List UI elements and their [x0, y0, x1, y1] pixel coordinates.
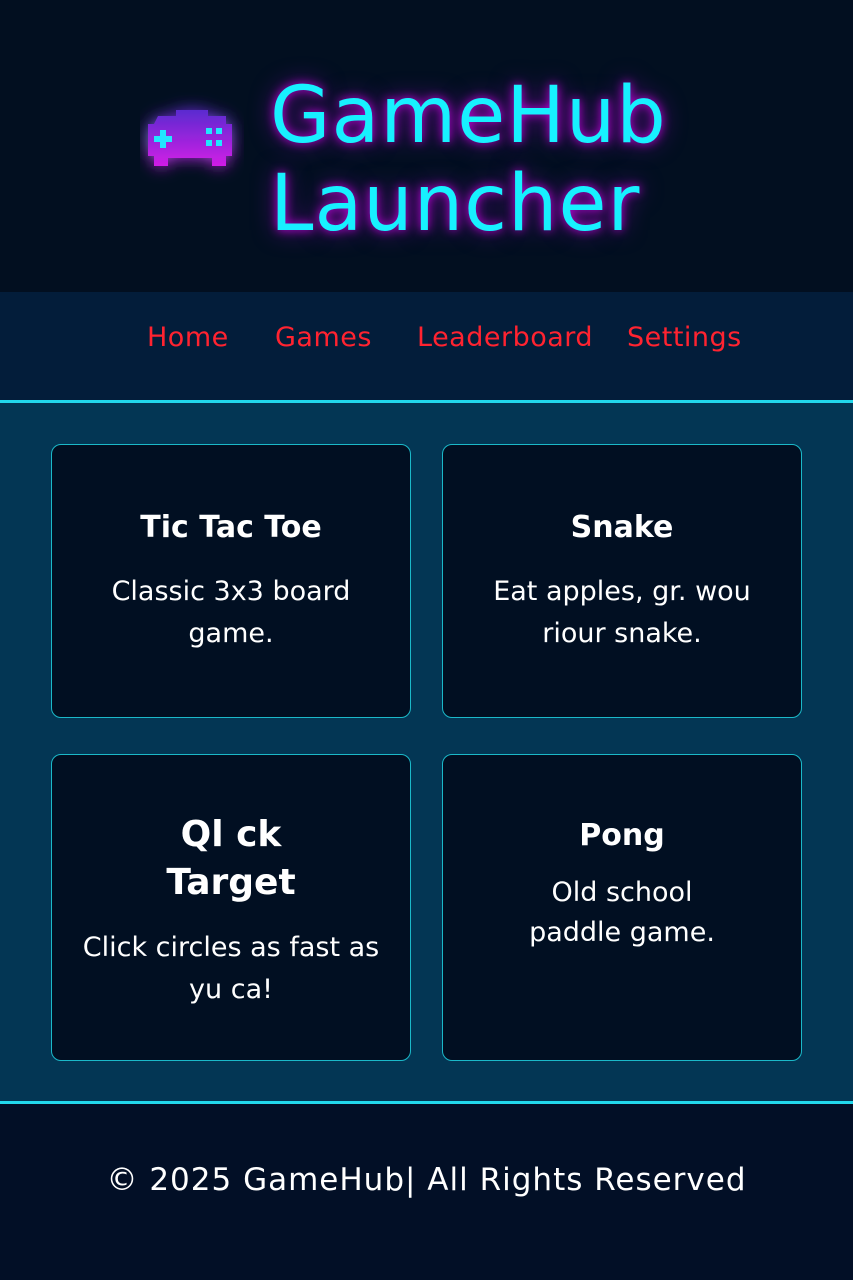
nav-item-leaderboard[interactable]: Leaderboard [417, 322, 593, 354]
game-card-title: Tic Tac Toe [140, 510, 322, 545]
nav-item-games[interactable]: Games [275, 322, 372, 354]
game-card-description: Click circles as fast as yu ca! [82, 932, 380, 1005]
app-footer: © 2025 GameHub| All Rights Reserved [0, 1104, 853, 1280]
app-header: GameHub Launcher [0, 0, 853, 292]
game-card-description: Old school paddle game. [529, 877, 715, 948]
game-card-snake[interactable]: Snake Eat apples, gr. wou riour snake. [442, 444, 802, 718]
games-grid: Tic Tac Toe Classic 3x3 board game. Snak… [0, 403, 853, 1101]
main-nav: Home Games Leaderboard Settings [0, 292, 853, 400]
game-card-tic-tac-toe[interactable]: Tic Tac Toe Classic 3x3 board game. [51, 444, 411, 718]
app-title: GameHub Launcher [270, 72, 770, 248]
game-card-description: Eat apples, gr. wou riour snake. [493, 576, 751, 649]
gamepad-icon [140, 92, 244, 188]
nav-item-settings[interactable]: Settings [627, 322, 742, 354]
game-card-pong[interactable]: Pong Old school paddle game. [442, 754, 802, 1061]
game-card-description: Classic 3x3 board game. [111, 576, 351, 649]
game-card-title: Pong [579, 818, 665, 853]
game-card-quick-target[interactable]: Ql ck Target Click circles as fast as yu… [51, 754, 411, 1061]
app-title-line1: GameHub [270, 71, 667, 161]
copyright-text: © 2025 GameHub| All Rights Reserved [106, 1162, 747, 1198]
game-card-title: Snake [570, 510, 674, 545]
app-title-line2: Launcher [270, 159, 641, 249]
nav-item-home[interactable]: Home [147, 322, 229, 354]
game-card-title: Ql ck Target [166, 814, 296, 903]
